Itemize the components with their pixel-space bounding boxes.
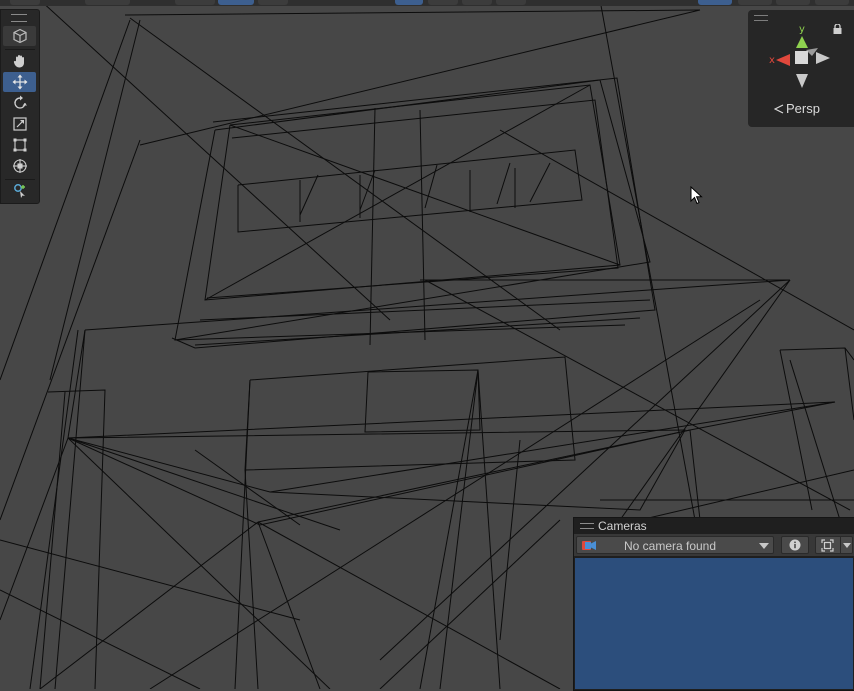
frame-fit-dropdown[interactable] xyxy=(815,536,853,554)
gizmo-center-cube[interactable] xyxy=(795,51,808,64)
toolbar-strip xyxy=(0,0,854,6)
toolbar-chip[interactable] xyxy=(258,0,288,5)
cameras-title: Cameras xyxy=(598,519,647,533)
toolbar-chip[interactable] xyxy=(496,0,526,5)
toolbar-chip[interactable] xyxy=(10,0,40,5)
info-button[interactable] xyxy=(781,536,809,554)
x-axis-label: x xyxy=(769,55,775,66)
drag-handle[interactable] xyxy=(11,14,27,22)
neg-y-axis-cone[interactable] xyxy=(796,74,808,88)
toolbar-chip-active[interactable] xyxy=(395,0,423,5)
custom-editor-tool-icon xyxy=(13,184,25,198)
mouse-cursor-icon xyxy=(690,186,703,205)
move-arrows-icon xyxy=(12,74,27,90)
projection-label: Persp xyxy=(786,101,820,116)
toolbar-chip[interactable] xyxy=(428,0,458,5)
rect-transform-icon xyxy=(13,138,26,152)
transform-icon xyxy=(12,159,27,173)
rotate-icon xyxy=(13,95,27,109)
transform-tool-button[interactable] xyxy=(3,156,36,176)
rotate-tool-button[interactable] xyxy=(3,93,36,113)
axis-gizmo-graphic[interactable]: y x xyxy=(748,10,854,100)
x-axis-cone[interactable] xyxy=(776,54,790,66)
scale-icon xyxy=(12,117,27,131)
cameras-overlay: Cameras No camera found xyxy=(573,517,854,691)
chevron-down-icon xyxy=(843,543,851,548)
toolbar-chip[interactable] xyxy=(175,0,215,5)
cameras-toolbar: No camera found xyxy=(574,534,854,556)
cube-view-icon xyxy=(12,28,27,44)
rect-tool-button[interactable] xyxy=(3,135,36,155)
toolbar-chip[interactable] xyxy=(776,0,810,5)
projection-toggle[interactable]: Persp xyxy=(774,101,820,116)
toolbar-chip-active[interactable] xyxy=(218,0,254,5)
chevron-down-icon xyxy=(759,543,769,549)
camera-preview xyxy=(575,558,853,689)
y-axis-cone[interactable] xyxy=(796,36,808,48)
hand-tool-button[interactable] xyxy=(3,51,36,71)
perspective-icon xyxy=(774,103,784,114)
scale-tool-button[interactable] xyxy=(3,114,36,134)
orientation-gizmo[interactable]: y x Persp xyxy=(748,10,854,127)
custom-tool-button[interactable] xyxy=(3,181,36,201)
neg-x-axis-cone[interactable] xyxy=(816,52,830,64)
info-icon xyxy=(789,539,801,551)
drag-handle[interactable] xyxy=(580,523,594,529)
move-tool-button[interactable] xyxy=(3,72,36,92)
frame-fit-icon xyxy=(821,539,834,552)
camera-dropdown-value: No camera found xyxy=(623,539,717,553)
hand-icon xyxy=(13,55,24,68)
view-tool-button[interactable] xyxy=(3,26,36,46)
tool-palette xyxy=(0,9,40,204)
toolbar-chip[interactable] xyxy=(815,0,849,5)
toolbar-chip[interactable] xyxy=(85,0,130,5)
cameras-header[interactable]: Cameras xyxy=(574,518,854,534)
toolbar-chip-active[interactable] xyxy=(698,0,732,5)
toolbar-chip[interactable] xyxy=(738,0,772,5)
camera-dropdown[interactable]: No camera found xyxy=(576,536,774,554)
toolbar-chip[interactable] xyxy=(462,0,492,5)
y-axis-label: y xyxy=(799,24,805,35)
